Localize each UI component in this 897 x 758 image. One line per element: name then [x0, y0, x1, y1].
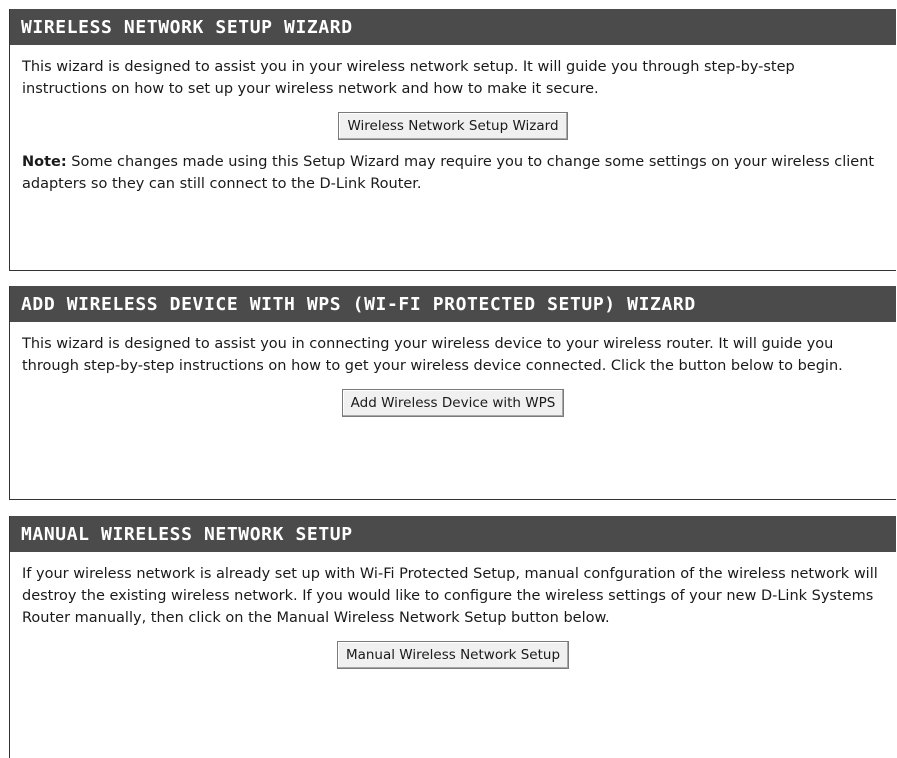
wireless-setup-wizard-body: This wizard is designed to assist you in… [10, 45, 896, 195]
note-label: Note: [22, 154, 67, 170]
wps-wizard-header: ADD WIRELESS DEVICE WITH WPS (WI-FI PROT… [10, 286, 896, 322]
wps-wizard-body: This wizard is designed to assist you in… [10, 322, 896, 417]
note-text: Some changes made using this Setup Wizar… [22, 154, 875, 192]
manual-wireless-network-setup-button[interactable]: Manual Wireless Network Setup [336, 641, 570, 669]
manual-wireless-setup-description: If your wireless network is already set … [22, 566, 878, 626]
wireless-setup-wizard-header: WIRELESS NETWORK SETUP WIZARD [10, 9, 896, 45]
wireless-setup-wizard-description: This wizard is designed to assist you in… [22, 59, 795, 97]
wireless-network-setup-wizard-button[interactable]: Wireless Network Setup Wizard [338, 112, 568, 140]
manual-wireless-setup-header: MANUAL WIRELESS NETWORK SETUP [10, 516, 896, 552]
wps-wizard-button-row: Add Wireless Device with WPS [22, 389, 884, 417]
wireless-setup-wizard-section: WIRELESS NETWORK SETUP WIZARD This wizar… [9, 9, 896, 271]
wireless-setup-wizard-note: Note: Some changes made using this Setup… [22, 151, 884, 195]
manual-wireless-setup-body: If your wireless network is already set … [10, 552, 896, 669]
manual-wireless-setup-button-row: Manual Wireless Network Setup [22, 641, 884, 669]
wps-wizard-section: ADD WIRELESS DEVICE WITH WPS (WI-FI PROT… [9, 286, 896, 500]
add-wireless-device-wps-button[interactable]: Add Wireless Device with WPS [341, 389, 565, 417]
wps-wizard-description: This wizard is designed to assist you in… [22, 336, 843, 374]
wireless-setup-wizard-button-row: Wireless Network Setup Wizard [22, 112, 884, 140]
manual-wireless-setup-section: MANUAL WIRELESS NETWORK SETUP If your wi… [9, 516, 896, 758]
